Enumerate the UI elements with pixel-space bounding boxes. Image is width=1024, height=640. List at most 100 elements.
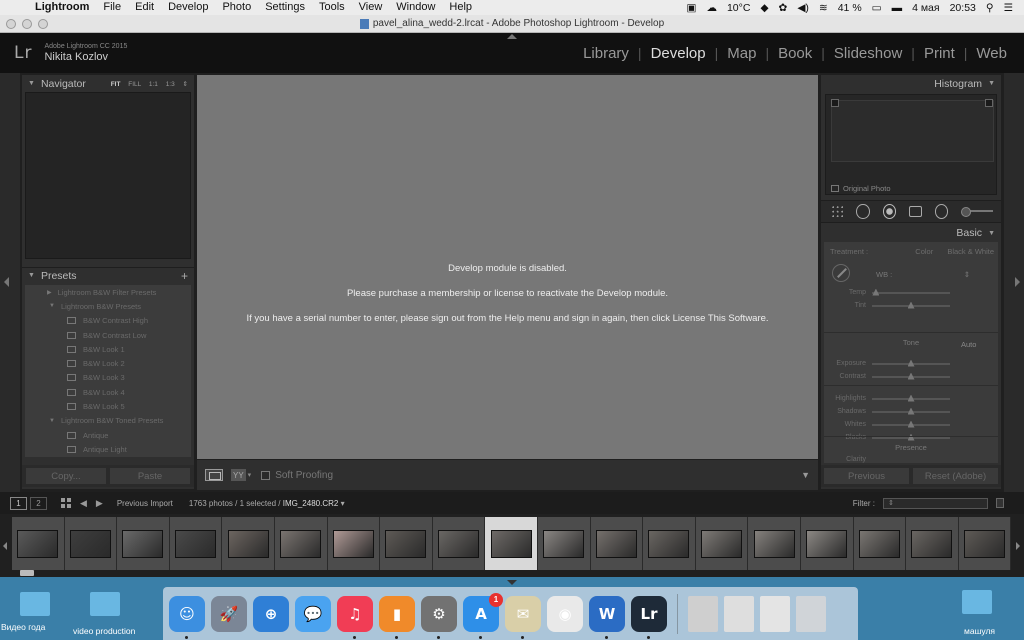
screenshot-icon[interactable] [760, 595, 790, 632]
spot-removal-icon[interactable] [856, 204, 870, 219]
slider-row[interactable]: Tint [824, 301, 998, 309]
slider-track[interactable] [872, 288, 950, 296]
spotlight-icon[interactable]: ⚲ [981, 2, 999, 14]
red-eye-icon[interactable] [882, 204, 897, 219]
slider-knob[interactable] [907, 359, 915, 367]
weather-temperature[interactable]: 10°C [722, 2, 755, 14]
menu-edit[interactable]: Edit [128, 0, 161, 15]
slider-knob[interactable] [907, 394, 915, 402]
wifi-icon[interactable]: ≋ [814, 2, 833, 14]
filmstrip-cell[interactable] [800, 517, 854, 570]
filmstrip-source[interactable]: Previous Import [117, 499, 173, 508]
preset-item[interactable]: B&W Look 2 [25, 356, 191, 370]
photo-thumbnail[interactable] [648, 529, 690, 558]
finder-icon[interactable]: ☺ [169, 595, 205, 639]
slider-track[interactable] [872, 301, 950, 309]
radial-filter-icon[interactable] [934, 204, 949, 219]
grid-view-icon[interactable] [61, 498, 71, 508]
slider-track[interactable] [872, 420, 950, 428]
before-after-button[interactable]: YY [231, 469, 246, 481]
basic-header[interactable]: Basic ▼ [821, 225, 1001, 241]
treatment-bw[interactable]: Black & White [947, 247, 994, 256]
desktop-folder-label[interactable]: video production [73, 626, 135, 636]
triangle-down-icon[interactable]: ▼ [49, 418, 55, 424]
filmstrip-cell[interactable] [274, 517, 328, 570]
slider-knob[interactable] [907, 372, 915, 380]
filmstrip-cell[interactable] [590, 517, 644, 570]
menu-window[interactable]: Window [389, 0, 442, 15]
menu-help[interactable]: Help [442, 0, 479, 15]
soft-proofing-checkbox[interactable] [261, 470, 271, 480]
copy-button[interactable]: Copy... [25, 467, 107, 485]
left-panel-toggle[interactable] [0, 73, 20, 492]
photo-thumbnail[interactable] [806, 529, 848, 558]
clock-label[interactable]: 20:53 [945, 2, 981, 14]
main-window-button[interactable]: 1 [10, 496, 27, 510]
filmstrip-cell[interactable] [695, 517, 749, 570]
filmstrip-cell[interactable] [537, 517, 591, 570]
preset-item[interactable]: B&W Look 4 [25, 385, 191, 399]
paste-button[interactable]: Paste [109, 467, 191, 485]
graduated-filter-icon[interactable] [909, 206, 922, 217]
menu-view[interactable]: View [352, 0, 390, 15]
desktop-folder-label[interactable]: машуля [964, 626, 995, 636]
word-document-icon[interactable] [724, 595, 754, 632]
filmstrip-cell[interactable] [748, 517, 801, 570]
chrome-icon[interactable]: ◉ [547, 595, 583, 632]
slider-knob[interactable] [872, 288, 880, 296]
photo-thumbnail[interactable] [122, 529, 164, 558]
photo-thumbnail[interactable] [69, 529, 111, 558]
zoom-stepper-icon[interactable]: ⇕ [183, 81, 188, 88]
filmstrip-left-arrow-icon[interactable] [3, 542, 7, 550]
filter-select[interactable]: ⇕ [883, 497, 988, 509]
volume-icon[interactable]: ◀) [792, 2, 814, 14]
secondary-window-button[interactable]: 2 [30, 496, 47, 510]
filmstrip-right-arrow-icon[interactable] [1016, 542, 1020, 550]
highlight-clipping-icon[interactable] [985, 99, 993, 107]
lightroom-status-icon[interactable]: ▣ [682, 2, 702, 14]
presets-header[interactable]: ▼ Presets + [22, 267, 194, 283]
zoom-1-1[interactable]: 1:1 [149, 81, 158, 88]
add-preset-icon[interactable]: + [181, 269, 188, 283]
filmstrip-cell[interactable] [327, 517, 381, 570]
photo-thumbnail[interactable] [438, 529, 480, 558]
photo-thumbnail[interactable] [332, 529, 374, 558]
zoom-button[interactable] [38, 19, 48, 29]
photo-thumbnail[interactable] [701, 529, 743, 558]
filmstrip-cell[interactable] [643, 517, 696, 570]
before-after-dropdown-icon[interactable]: ▾ [248, 471, 252, 479]
preview-icon[interactable]: ✉ [505, 595, 541, 639]
filmstrip-cell[interactable] [117, 517, 170, 570]
language-flag-icon[interactable]: ▬ [887, 2, 908, 14]
white-balance-picker-icon[interactable] [832, 264, 850, 282]
triangle-down-icon[interactable]: ▼ [28, 272, 35, 279]
photo-thumbnail[interactable] [543, 529, 585, 558]
menu-develop[interactable]: Develop [161, 0, 215, 15]
dropbox-icon[interactable]: ◆ [755, 2, 773, 14]
photo-thumbnail[interactable] [595, 529, 637, 558]
slider-row[interactable]: Shadows [824, 407, 998, 415]
desktop-folder-icon[interactable] [20, 592, 50, 616]
preset-folder[interactable]: ▶ Lightroom B&W Filter Presets [25, 285, 191, 299]
desktop-folder-icon[interactable] [962, 590, 992, 614]
navigator-header[interactable]: ▼ Navigator FIT FILL 1:1 1:3 ⇕ [22, 75, 194, 92]
slider-row[interactable]: Whites [824, 420, 998, 428]
preset-item[interactable]: Antique [25, 428, 191, 442]
menu-photo[interactable]: Photo [215, 0, 258, 15]
selected-filename[interactable]: IMG_2480.CR2 [283, 499, 339, 508]
previous-button[interactable]: Previous [823, 467, 910, 485]
triangle-down-icon[interactable]: ▼ [988, 80, 995, 87]
chevron-down-icon[interactable]: ▾ [341, 499, 345, 508]
preset-item[interactable]: B&W Look 3 [25, 371, 191, 385]
filmstrip-cell[interactable] [958, 517, 1012, 570]
preset-item[interactable]: B&W Look 1 [25, 342, 191, 356]
date-label[interactable]: 4 мая [907, 2, 945, 14]
safari-icon[interactable]: ⊕ [253, 595, 289, 632]
toolbar-menu-icon[interactable]: ▼ [801, 470, 810, 480]
photo-thumbnail[interactable] [858, 529, 900, 558]
module-print[interactable]: Print [915, 45, 964, 62]
books-icon[interactable]: ▮ [379, 595, 415, 639]
collapse-top-panel-icon[interactable] [507, 34, 517, 39]
left-panel-arrow-icon[interactable] [4, 277, 9, 287]
document-icon[interactable] [688, 595, 718, 632]
